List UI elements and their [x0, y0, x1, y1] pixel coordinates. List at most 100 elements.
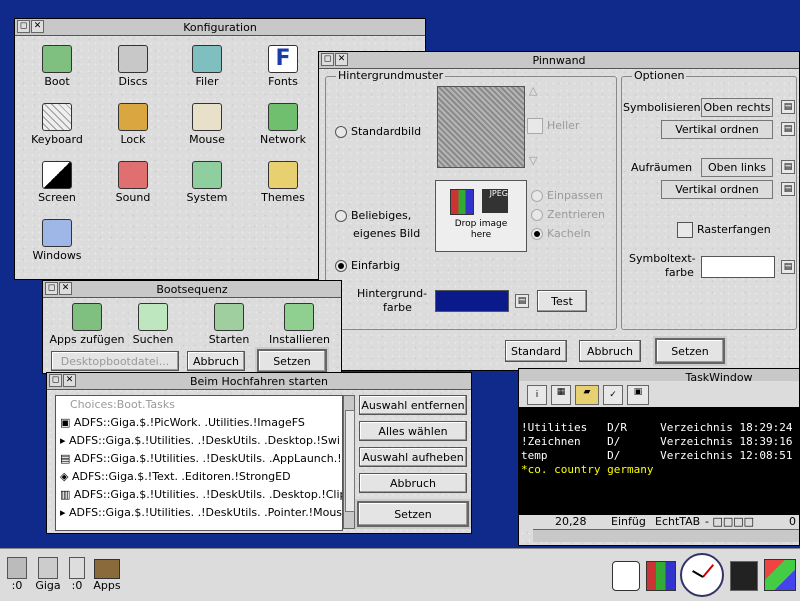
clock-icon[interactable] [680, 553, 724, 597]
config-boot[interactable]: Boot [27, 45, 87, 88]
fist-icon[interactable] [612, 561, 640, 591]
startup-scrollbar[interactable] [343, 395, 355, 529]
config-network[interactable]: Network [253, 103, 313, 146]
startup-cancel-button[interactable]: Abbruch [359, 473, 467, 493]
iconize-order: Vertikal ordnen [661, 120, 773, 139]
remove-selection-button[interactable]: Auswahl entfernen [359, 395, 467, 415]
config-keyboard[interactable]: Keyboard [27, 103, 87, 146]
boot-titlebar[interactable]: ◻ ✕ Bootsequenz [43, 281, 341, 298]
check-icon[interactable]: ✓ [603, 385, 623, 405]
tidy-position: Oben links [701, 158, 773, 177]
lighter-checkbox[interactable] [527, 118, 543, 134]
drop-label-1: Drop image [454, 219, 508, 229]
boot-install[interactable]: Installieren [269, 303, 330, 346]
terminal[interactable]: !Utilities D/R Verzeichnis 18:29:24 16.!… [519, 407, 799, 515]
close-icon[interactable]: ✕ [31, 20, 44, 33]
iconize-order-menu-icon[interactable]: ▤ [781, 122, 795, 136]
textcolor-menu-icon[interactable]: ▤ [781, 260, 795, 274]
radio-center[interactable] [531, 209, 543, 221]
fonts-icon: F [268, 45, 298, 73]
themes-icon [268, 161, 298, 189]
list-item[interactable]: Choices:Boot.Tasks [56, 396, 342, 414]
list-item[interactable]: ▤ ADFS::Giga.$.!Utilities. .!DeskUtils. … [56, 450, 342, 468]
startup-list[interactable]: Choices:Boot.Tasks ▣ ADFS::Giga.$.!PicWo… [55, 395, 343, 531]
grid-icon[interactable]: ▦ [551, 385, 571, 405]
iconbar-apps[interactable]: Apps [90, 557, 124, 592]
close-icon[interactable]: ✕ [63, 374, 76, 387]
bgcolor-menu-icon[interactable]: ▤ [515, 294, 529, 308]
startup-set-button[interactable]: Setzen [357, 501, 469, 527]
config-lock[interactable]: Lock [103, 103, 163, 146]
startup-titlebar[interactable]: ◻ ✕ Beim Hochfahren starten [47, 373, 471, 390]
grid-checkbox[interactable] [677, 222, 693, 238]
arrow-up-icon[interactable]: △ [529, 84, 537, 97]
list-item[interactable]: ▣ ADFS::Giga.$.!PicWork. .Utilities.!Ima… [56, 414, 342, 432]
radio-plain[interactable] [335, 260, 347, 272]
config-screen[interactable]: Screen [27, 161, 87, 204]
textcolor-label-1: Symboltext- [629, 252, 696, 265]
tidy-position-menu-icon[interactable]: ▤ [781, 160, 795, 174]
scrollbar-thumb[interactable] [345, 410, 355, 512]
back-icon[interactable]: ◻ [45, 282, 58, 295]
iconbar-drive-ram[interactable]: :0 [62, 557, 92, 592]
radio-standard-label: Standardbild [351, 125, 422, 138]
status-tab: EchtTAB [655, 515, 701, 528]
textcolor-swatch[interactable] [701, 256, 775, 278]
test-button[interactable]: Test [537, 290, 587, 312]
palette-icon[interactable] [646, 561, 676, 591]
info-icon[interactable]: i [527, 385, 547, 405]
config-system[interactable]: System [177, 161, 237, 204]
radio-standard[interactable] [335, 126, 347, 138]
iconize-position-menu-icon[interactable]: ▤ [781, 100, 795, 114]
taskwindow-icon[interactable] [730, 561, 758, 591]
list-item[interactable]: ▸ ADFS::Giga.$.!Utilities. .!DeskUtils. … [56, 504, 342, 522]
standard-button[interactable]: Standard [505, 340, 567, 362]
boot-cancel-button[interactable]: Abbruch [187, 351, 245, 371]
pinboard-cancel-button[interactable]: Abbruch [579, 340, 641, 362]
config-sound[interactable]: Sound [103, 161, 163, 204]
list-item[interactable]: ▥ ADFS::Giga.$.!Utilities. .!DeskUtils. … [56, 486, 342, 504]
config-themes[interactable]: Themes [253, 161, 313, 204]
close-icon[interactable]: ✕ [335, 53, 348, 66]
tidy-label: Aufräumen [631, 161, 693, 174]
boot-icon [42, 45, 72, 73]
bgcolor-swatch[interactable] [435, 290, 509, 312]
jpeg-icon: JPEG [482, 189, 508, 213]
radio-tile[interactable] [531, 228, 543, 240]
select-all-button[interactable]: Alles wählen [359, 421, 467, 441]
radio-custom[interactable] [335, 210, 347, 222]
boot-start[interactable]: Starten [199, 303, 259, 346]
tidy-order-menu-icon[interactable]: ▤ [781, 182, 795, 196]
clear-selection-button[interactable]: Auswahl aufheben [359, 447, 467, 467]
task-manager-icon[interactable] [764, 559, 796, 591]
pinboard-titlebar[interactable]: ◻ ✕ Pinnwand [319, 52, 799, 69]
close-icon[interactable]: ✕ [59, 282, 72, 295]
iconbar-drive-0[interactable]: :0 [2, 557, 32, 592]
radio-fit[interactable] [531, 190, 543, 202]
drop-area[interactable]: JPEG Drop image here [435, 180, 527, 252]
status-extra: 0 [789, 515, 796, 528]
desktop-boot-file-button[interactable]: Desktopbootdatei... [51, 351, 179, 371]
iconbar-drive-giga[interactable]: Giga [32, 557, 64, 592]
config-titlebar[interactable]: ◻ ✕ Konfiguration [15, 19, 425, 36]
arrow-down-icon[interactable]: ▽ [529, 154, 537, 167]
back-icon[interactable]: ◻ [49, 374, 62, 387]
ramdisc-icon [69, 557, 85, 579]
task-hscroll[interactable] [533, 529, 799, 542]
boot-set-button[interactable]: Setzen [257, 349, 327, 373]
config-filer[interactable]: Filer [177, 45, 237, 88]
pinboard-set-button[interactable]: Setzen [655, 338, 725, 364]
disc-icon[interactable]: ▣ [627, 385, 649, 405]
back-icon[interactable]: ◻ [321, 53, 334, 66]
book-icon[interactable]: ▰ [575, 385, 599, 405]
lighter-label: Heller [547, 119, 580, 132]
list-item[interactable]: ▸ ADFS::Giga.$.!Utilities. .!DeskUtils. … [56, 432, 342, 450]
config-windows[interactable]: Windows [27, 219, 87, 262]
list-item[interactable]: ◈ ADFS::Giga.$.!Text. .Editoren.!StrongE… [56, 468, 342, 486]
boot-add-apps[interactable]: Apps zufügen [45, 303, 129, 346]
back-icon[interactable]: ◻ [17, 20, 30, 33]
config-discs[interactable]: Discs [103, 45, 163, 88]
boot-search[interactable]: Suchen [123, 303, 183, 346]
config-fonts[interactable]: F Fonts [253, 45, 313, 88]
config-mouse[interactable]: Mouse [177, 103, 237, 146]
